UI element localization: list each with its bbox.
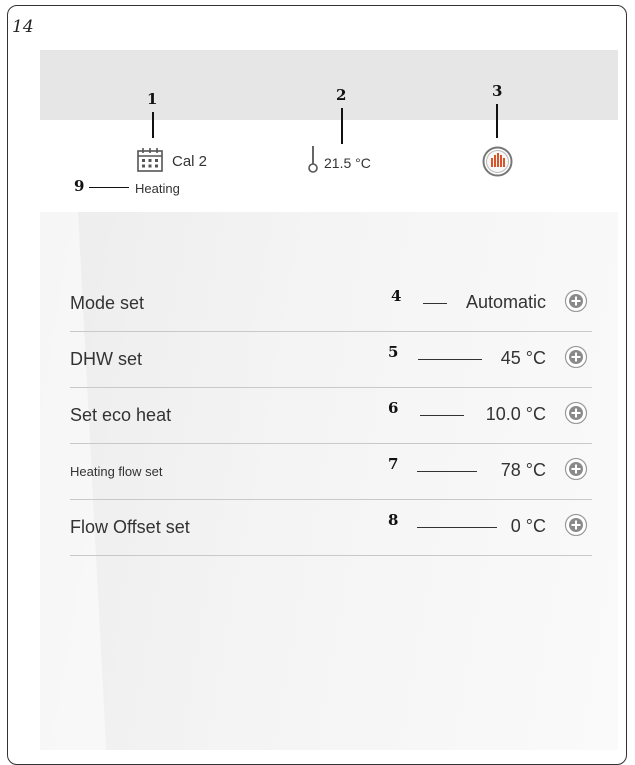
row-value: 78 °C [500,460,546,480]
row-set-eco-heat[interactable]: Set eco heat 6 10.0 °C [70,387,592,444]
row-value: 0 °C [510,516,546,536]
row-label: Mode set [70,293,145,313]
row-value: 45 °C [500,348,546,368]
plus-icon[interactable] [564,457,588,481]
plus-icon[interactable] [564,401,588,425]
page-number: 14 [12,17,34,37]
row-label: Flow Offset set [70,517,190,537]
plus-icon[interactable] [564,289,588,313]
callout-4: 4 [391,287,402,305]
callout-2: 2 [336,86,347,104]
heating-icon[interactable] [482,146,513,177]
callout-8: 8 [388,511,399,529]
calendar-icon [137,148,163,172]
callout-5: 5 [388,343,399,361]
row-label: Heating flow set [70,464,163,479]
callout-3: 3 [492,82,503,100]
row-flow-offset-set[interactable]: Flow Offset set 8 0 °C [70,499,592,556]
room-temperature: 21.5 °C [324,155,371,171]
row-value: 10.0 °C [485,404,546,424]
plus-icon[interactable] [564,345,588,369]
mode-status-label: Heating [135,181,180,196]
plus-icon[interactable] [564,513,588,537]
row-label: DHW set [70,349,142,369]
row-mode-set[interactable]: Mode set 4 Automatic [70,275,592,332]
calendar-label: Cal 2 [172,153,208,170]
callout-1: 1 [147,90,158,108]
top-bar [40,50,618,120]
callout-6: 6 [388,399,399,417]
callout-7: 7 [388,455,399,473]
row-heating-flow-set[interactable]: Heating flow set 7 78 °C [70,443,592,500]
row-dhw-set[interactable]: DHW set 5 45 °C [70,331,592,388]
row-value: Automatic [465,292,546,312]
thermometer-icon [308,146,318,173]
row-label: Set eco heat [70,405,172,425]
callout-9: 9 [74,177,85,195]
